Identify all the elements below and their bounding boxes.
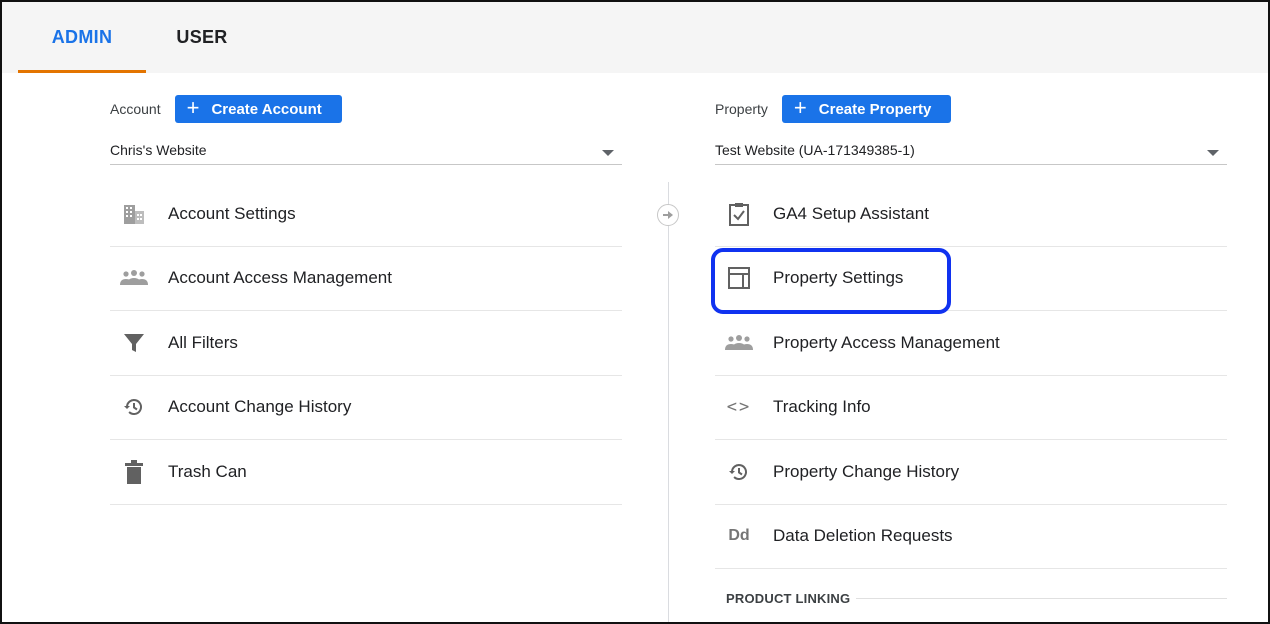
- dropdown-caret-icon: [602, 149, 614, 156]
- dd-icon: Dd: [728, 527, 750, 545]
- active-tab-indicator: [18, 70, 146, 73]
- plus-icon: +: [793, 95, 807, 120]
- account-label: Account: [110, 101, 161, 117]
- all-filters-item[interactable]: All Filters: [110, 311, 622, 376]
- section-divider: [856, 598, 1227, 599]
- property-settings-label: Property Settings: [773, 268, 904, 288]
- property-change-history-label: Property Change History: [773, 461, 960, 481]
- column-divider: [668, 182, 669, 622]
- create-property-label: Create Property: [818, 100, 932, 118]
- ga4-setup-assistant-item[interactable]: GA4 Setup Assistant: [715, 182, 1227, 247]
- trash-can-item[interactable]: Trash Can: [110, 440, 622, 505]
- account-menu-list: Account Settings Account Access Manageme…: [110, 182, 622, 505]
- plus-icon: +: [186, 95, 200, 120]
- tab-admin[interactable]: ADMIN: [18, 2, 146, 73]
- data-deletion-requests-label: Data Deletion Requests: [773, 526, 953, 546]
- history-icon: [120, 393, 148, 421]
- tab-bar: ADMIN USER: [2, 2, 1268, 73]
- all-filters-label: All Filters: [168, 332, 238, 352]
- filter-icon: [120, 329, 148, 357]
- layout-icon: [725, 264, 753, 292]
- dropdown-caret-icon: [1207, 149, 1219, 156]
- property-settings-item[interactable]: Property Settings: [715, 247, 1227, 311]
- account-selected-value: Chris's Website: [110, 141, 207, 158]
- property-selected-value: Test Website (UA-171349385-1): [715, 141, 915, 158]
- history-icon: [725, 458, 753, 486]
- account-settings-label: Account Settings: [168, 203, 296, 223]
- property-header: Property + Create Property: [715, 95, 952, 123]
- create-property-button[interactable]: + Create Property: [781, 95, 952, 123]
- trash-can-label: Trash Can: [168, 461, 247, 481]
- create-account-label: Create Account: [211, 100, 322, 118]
- trash-icon: [120, 458, 148, 486]
- property-access-management-label: Property Access Management: [773, 332, 1000, 352]
- code-icon: <>: [726, 397, 752, 418]
- tab-user[interactable]: USER: [146, 2, 258, 73]
- clipboard-check-icon: [725, 200, 753, 228]
- property-menu-list: GA4 Setup Assistant Property Settings Pr…: [715, 182, 1227, 569]
- ga-admin-panel: ADMIN USER Account + Create Account Chri…: [0, 0, 1270, 624]
- account-header: Account + Create Account: [110, 95, 342, 123]
- property-selector[interactable]: Test Website (UA-171349385-1): [715, 135, 1227, 165]
- account-change-history-item[interactable]: Account Change History: [110, 376, 622, 440]
- tracking-info-item[interactable]: <> Tracking Info: [715, 376, 1227, 440]
- arrow-right-icon: [657, 204, 679, 226]
- ga4-setup-assistant-label: GA4 Setup Assistant: [773, 203, 929, 223]
- property-change-history-item[interactable]: Property Change History: [715, 440, 1227, 505]
- account-settings-item[interactable]: Account Settings: [110, 182, 622, 247]
- account-selector[interactable]: Chris's Website: [110, 135, 622, 165]
- account-access-management-item[interactable]: Account Access Management: [110, 247, 622, 311]
- product-linking-label: PRODUCT LINKING: [726, 591, 851, 606]
- product-linking-header: PRODUCT LINKING: [726, 591, 1227, 606]
- data-deletion-requests-item[interactable]: Dd Data Deletion Requests: [715, 505, 1227, 569]
- create-account-button[interactable]: + Create Account: [174, 95, 342, 123]
- building-icon: [120, 200, 148, 228]
- tracking-info-label: Tracking Info: [773, 397, 871, 417]
- property-access-management-item[interactable]: Property Access Management: [715, 311, 1227, 376]
- account-change-history-label: Account Change History: [168, 397, 352, 417]
- account-access-management-label: Account Access Management: [168, 268, 392, 288]
- property-label: Property: [715, 101, 768, 117]
- people-icon: [120, 264, 148, 292]
- people-icon: [725, 329, 753, 357]
